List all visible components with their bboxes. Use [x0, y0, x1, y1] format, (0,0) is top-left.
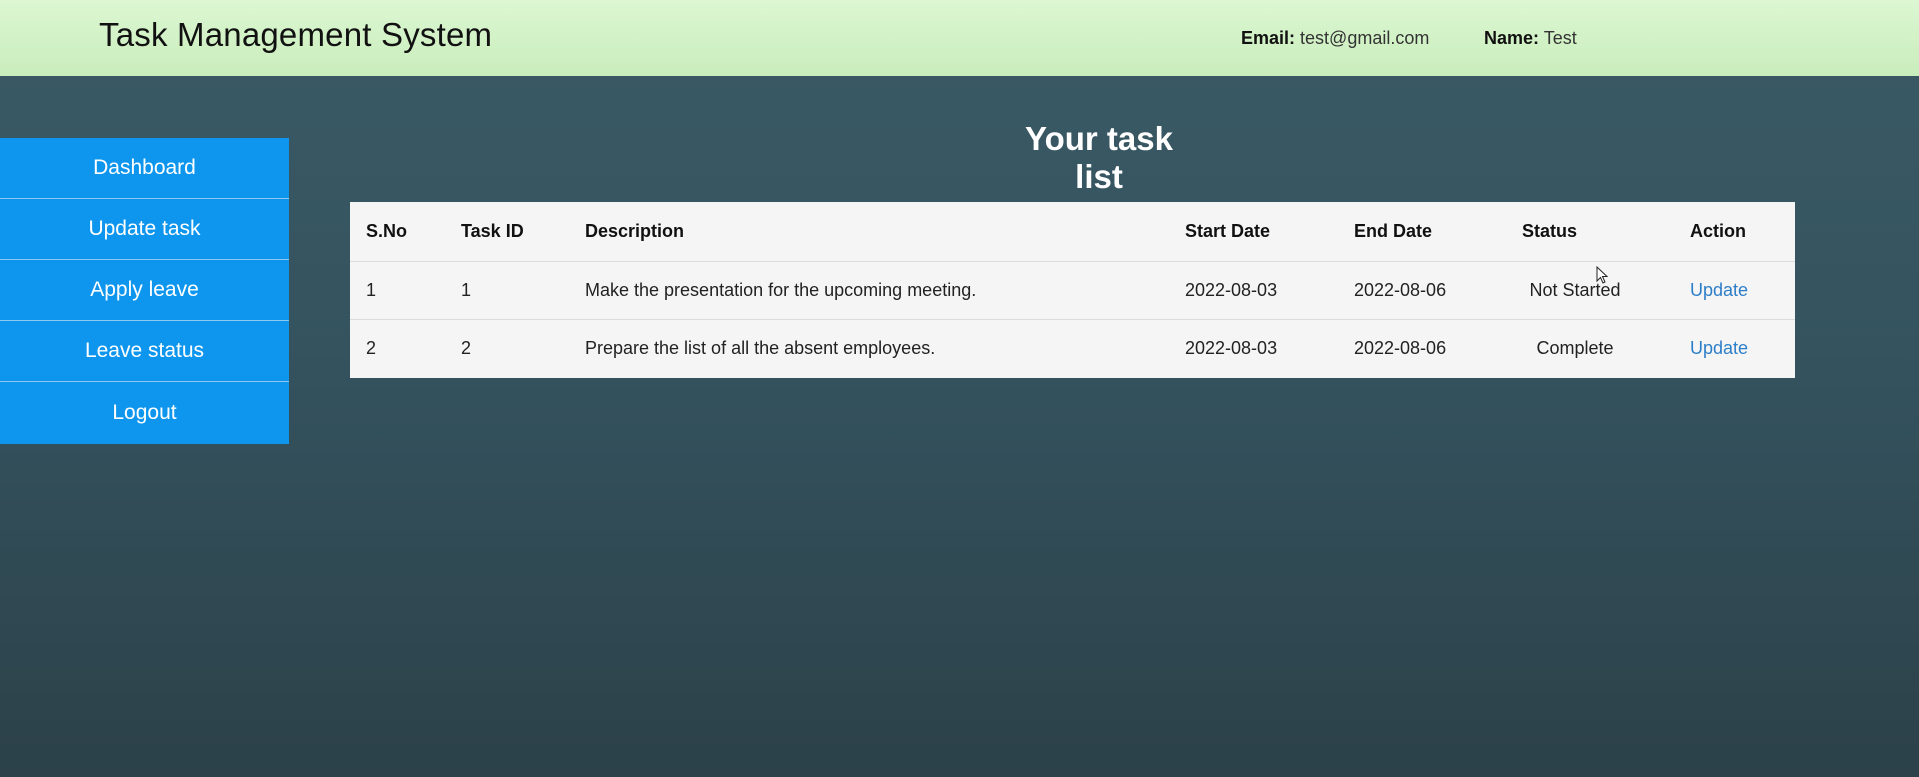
sidebar-item-label: Logout [112, 401, 177, 424]
email-label: Email: [1241, 28, 1296, 48]
user-name: Name: Test [1484, 28, 1577, 49]
header-sno: S.No [366, 220, 408, 241]
mouse-cursor-icon [1596, 266, 1608, 284]
cell-description: Prepare the list of all the absent emplo… [585, 337, 936, 358]
table-row: 1 1 Make the presentation for the upcomi… [350, 261, 1795, 319]
sidebar-item-label: Update task [88, 217, 201, 240]
header-start-date: Start Date [1185, 220, 1271, 241]
table-row: 2 2 Prepare the list of all the absent e… [350, 319, 1795, 377]
sidebar-item-update-task[interactable]: Update task [0, 199, 289, 260]
name-value: Test [1543, 28, 1577, 48]
page-title: Your task list [1025, 120, 1173, 195]
update-link[interactable]: Update [1690, 338, 1748, 358]
header-description: Description [585, 220, 685, 241]
cell-end-date: 2022-08-06 [1354, 337, 1447, 358]
sidebar: Dashboard Update task Apply leave Leave … [0, 138, 289, 444]
cell-start-date: 2022-08-03 [1185, 279, 1278, 300]
email-value: test@gmail.com [1300, 28, 1430, 48]
sidebar-item-label: Dashboard [93, 156, 196, 179]
user-email: Email: test@gmail.com [1241, 28, 1429, 49]
cell-end-date: 2022-08-06 [1354, 279, 1447, 300]
cell-action: Update [1674, 319, 1795, 377]
cell-start-date: 2022-08-03 [1185, 337, 1278, 358]
cell-sno: 2 [366, 337, 377, 358]
cell-task-id: 2 [461, 337, 472, 358]
top-header: Task Management System Email: test@gmail… [0, 0, 1919, 76]
header-task-id: Task ID [461, 220, 524, 241]
cell-sno: 1 [366, 279, 377, 300]
sidebar-item-leave-status[interactable]: Leave status [0, 321, 289, 382]
cell-task-id: 1 [461, 279, 472, 300]
cell-action: Update [1674, 261, 1795, 319]
table-header-row: S.No Task ID Description Start Date End … [350, 202, 1795, 261]
cell-status: Not Started [1529, 279, 1621, 300]
task-table-container: S.No Task ID Description Start Date End … [350, 202, 1795, 378]
update-link[interactable]: Update [1690, 280, 1748, 300]
cell-description: Make the presentation for the upcoming m… [585, 279, 977, 300]
sidebar-item-label: Apply leave [90, 278, 199, 301]
name-label: Name: [1484, 28, 1540, 48]
sidebar-item-dashboard[interactable]: Dashboard [0, 138, 289, 199]
header-end-date: End Date [1354, 220, 1433, 241]
task-table: S.No Task ID Description Start Date End … [350, 202, 1795, 377]
header-status: Status [1522, 220, 1578, 241]
sidebar-item-apply-leave[interactable]: Apply leave [0, 260, 289, 321]
cell-status: Complete [1536, 337, 1614, 358]
header-action: Action [1690, 220, 1746, 241]
app-title: Task Management System [99, 16, 493, 53]
sidebar-item-logout[interactable]: Logout [0, 382, 289, 444]
sidebar-item-label: Leave status [84, 339, 205, 362]
